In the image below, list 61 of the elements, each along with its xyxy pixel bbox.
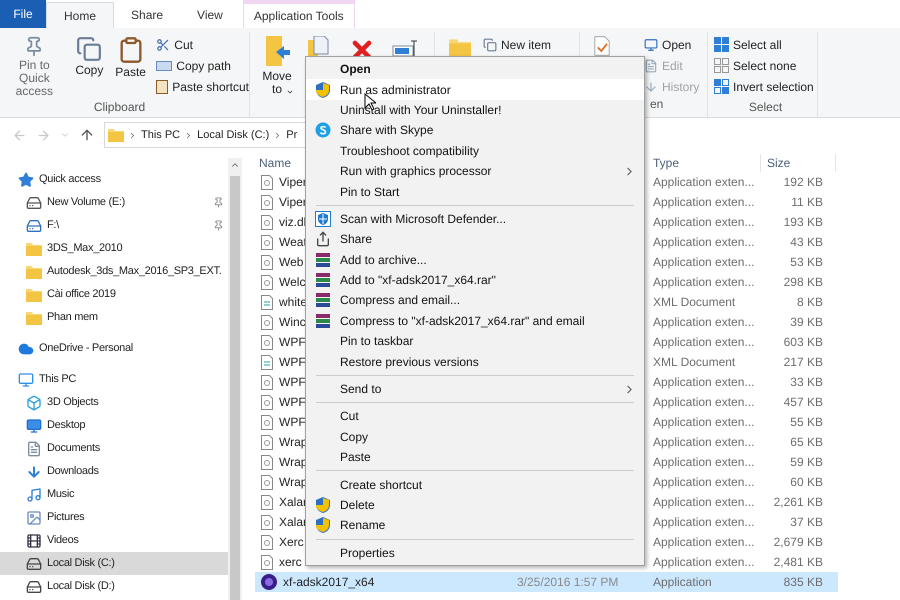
size-cell-text: 835 KB — [782, 574, 823, 591]
size-cell-text: 43 KB — [789, 234, 823, 251]
type-cell-text: Application exten... — [653, 174, 756, 191]
type-cell-text: Application exten... — [653, 314, 756, 331]
group-label: Select — [748, 99, 782, 116]
type-cell-text: Application exten... — [653, 334, 756, 351]
type-cell-text: Application exten... — [653, 194, 756, 211]
file-name: Viper — [279, 174, 307, 191]
file-name: xerc — [279, 554, 302, 571]
size-cell-text: 2,481 KB — [772, 554, 823, 571]
type-cell-text: Application exten... — [653, 454, 756, 471]
type-cell-text: Application exten... — [653, 414, 756, 431]
size-cell-text: 55 KB — [789, 414, 823, 431]
file-name: Winc — [279, 314, 306, 331]
file-name: xf-adsk2017_x64 — [283, 574, 374, 591]
file-name: Xalar — [279, 494, 308, 511]
size-cell-text: 192 KB — [782, 174, 823, 191]
file-name: Welc — [279, 274, 306, 291]
file-name: Xerc — [279, 534, 304, 551]
type-cell-text: Application exten... — [653, 494, 756, 511]
size-cell-text: 11 KB — [790, 194, 823, 211]
type-cell-text: Application exten... — [653, 474, 756, 491]
size-cell-text: 8 KB — [796, 294, 823, 311]
size-cell-text: 37 KB — [789, 514, 823, 531]
size-cell-text: 298 KB — [782, 274, 823, 291]
type-cell-text: Application exten... — [653, 554, 756, 571]
type-cell-text: Application — [653, 574, 713, 591]
type-cell-text: Application exten... — [653, 374, 756, 391]
type-cell-text: XML Document — [653, 354, 736, 371]
file-name: WPF — [279, 374, 306, 391]
size-cell-text: 65 KB — [789, 434, 823, 451]
group-label: Clipboard — [94, 99, 146, 116]
size-cell-text: 2,679 KB — [772, 534, 823, 551]
file-name: WPF — [279, 334, 306, 351]
size-cell-text: 2,261 KB — [772, 494, 823, 511]
size-cell-text: 457 KB — [782, 394, 823, 411]
size-cell-text: 33 KB — [789, 374, 823, 391]
file-name: Web — [279, 254, 304, 271]
type-cell-text: Application exten... — [653, 514, 756, 531]
file-name: WPF — [279, 394, 306, 411]
size-cell-text: 39 KB — [789, 314, 823, 331]
file-name: Xalar — [279, 514, 308, 531]
type-cell-text: Application exten... — [653, 534, 756, 551]
type-cell-text: Application exten... — [653, 234, 756, 251]
size-cell-text: 53 KB — [789, 254, 823, 271]
size-cell-text: 60 KB — [789, 474, 823, 491]
type-cell-text: Application exten... — [653, 274, 756, 291]
size-cell-text: 59 KB — [789, 454, 823, 471]
file-name: WPF — [279, 354, 306, 371]
group-label: en — [650, 96, 664, 113]
date-cell-text: 3/25/2016 1:57 PM — [516, 574, 620, 591]
type-cell-text: Application exten... — [653, 254, 756, 271]
size-cell-text: 193 KB — [782, 214, 823, 231]
type-cell-text: Application exten... — [653, 394, 756, 411]
size-cell-text: 217 KB — [782, 354, 823, 371]
type-cell-text: Application exten... — [653, 434, 756, 451]
type-cell-text: XML Document — [653, 294, 736, 311]
size-cell-text: 603 KB — [782, 334, 823, 351]
file-name: WPF — [279, 414, 306, 431]
type-cell-text: Application exten... — [653, 214, 756, 231]
file-name: Viper — [279, 194, 307, 211]
